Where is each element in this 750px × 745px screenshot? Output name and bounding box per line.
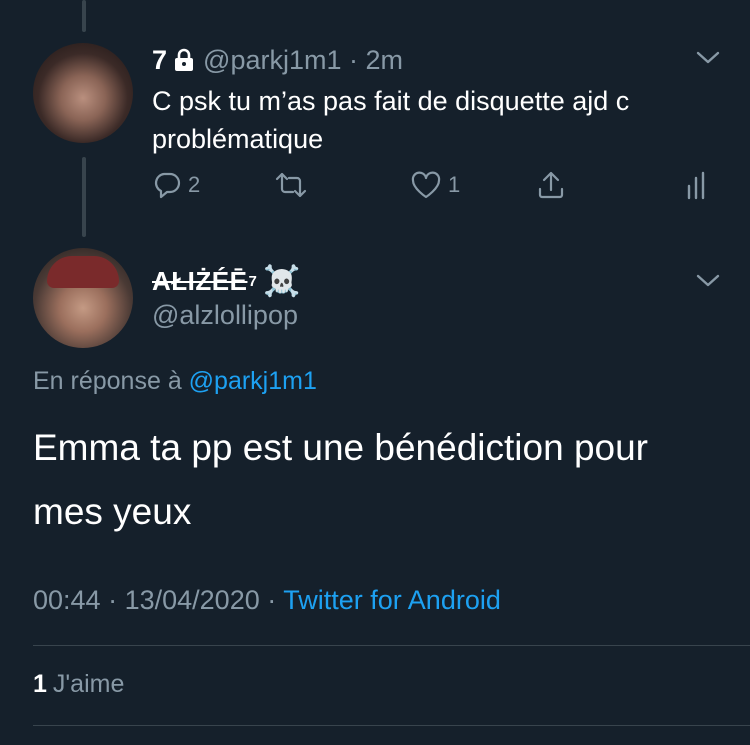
share-icon — [536, 170, 566, 200]
thread-connector-top — [82, 0, 86, 32]
bar-chart-icon — [686, 170, 710, 200]
analytics-button[interactable] — [686, 170, 710, 200]
lock-icon — [173, 48, 195, 72]
share-button[interactable] — [536, 170, 566, 200]
separator-dot: · — [267, 585, 284, 615]
avatar[interactable] — [33, 43, 133, 143]
chevron-down-icon[interactable] — [695, 50, 721, 66]
like-button[interactable]: 1 — [410, 170, 460, 200]
likes-label: J'aime — [52, 670, 125, 698]
reply-mention-link[interactable]: @parkj1m1 — [189, 367, 317, 395]
display-name[interactable]: 7 — [152, 45, 167, 76]
like-count: 1 — [448, 172, 461, 197]
tweet-time: 00:44 — [33, 585, 101, 615]
tweet-header: 7 @parkj1m1 · 2m — [152, 42, 403, 78]
display-name[interactable]: AŁIŻÉĒ 7 ☠️ — [152, 262, 301, 300]
reply-button[interactable]: 2 — [152, 170, 200, 200]
tweet-text: C psk tu m’as pas fait de disquette ajd … — [152, 86, 630, 154]
reply-context: En réponse à @parkj1m1 — [33, 367, 317, 396]
separator-dot: · — [341, 44, 366, 75]
likes-summary[interactable]: 1 J'aime — [33, 670, 124, 699]
likes-count: 1 — [33, 670, 47, 698]
thread-connector — [82, 157, 86, 237]
tweet-text: Emma ta pp est une bénédiction pour mes … — [33, 427, 648, 532]
username[interactable]: @alzlollipop — [152, 300, 298, 331]
retweet-button[interactable] — [274, 170, 308, 200]
reply-prefix: En réponse à — [33, 367, 182, 395]
chevron-down-icon[interactable] — [695, 273, 721, 289]
separator-dot: · — [108, 585, 125, 615]
heart-icon — [410, 170, 442, 200]
avatar-image — [47, 256, 119, 288]
tweet-thread: 7 @parkj1m1 · 2m C psk tu m’as pas fait … — [0, 0, 750, 745]
source-link[interactable]: Twitter for Android — [283, 585, 501, 615]
tweet-actions: 2 1 — [152, 170, 722, 204]
reply-icon — [152, 170, 182, 200]
reply-count: 2 — [188, 172, 201, 197]
skull-emoji: ☠️ — [263, 264, 302, 298]
avatar[interactable] — [33, 248, 133, 348]
tweet-metadata: 00:44 · 13/04/2020 · Twitter for Android — [33, 585, 501, 616]
retweet-icon — [274, 170, 308, 200]
display-name-text: AŁIŻÉĒ — [152, 265, 248, 296]
display-name-superscript: 7 — [248, 272, 258, 290]
divider — [33, 645, 750, 646]
divider — [33, 725, 750, 726]
timestamp[interactable]: 2m — [366, 45, 404, 76]
username[interactable]: @parkj1m1 — [203, 45, 341, 76]
tweet-date: 13/04/2020 — [124, 585, 260, 615]
